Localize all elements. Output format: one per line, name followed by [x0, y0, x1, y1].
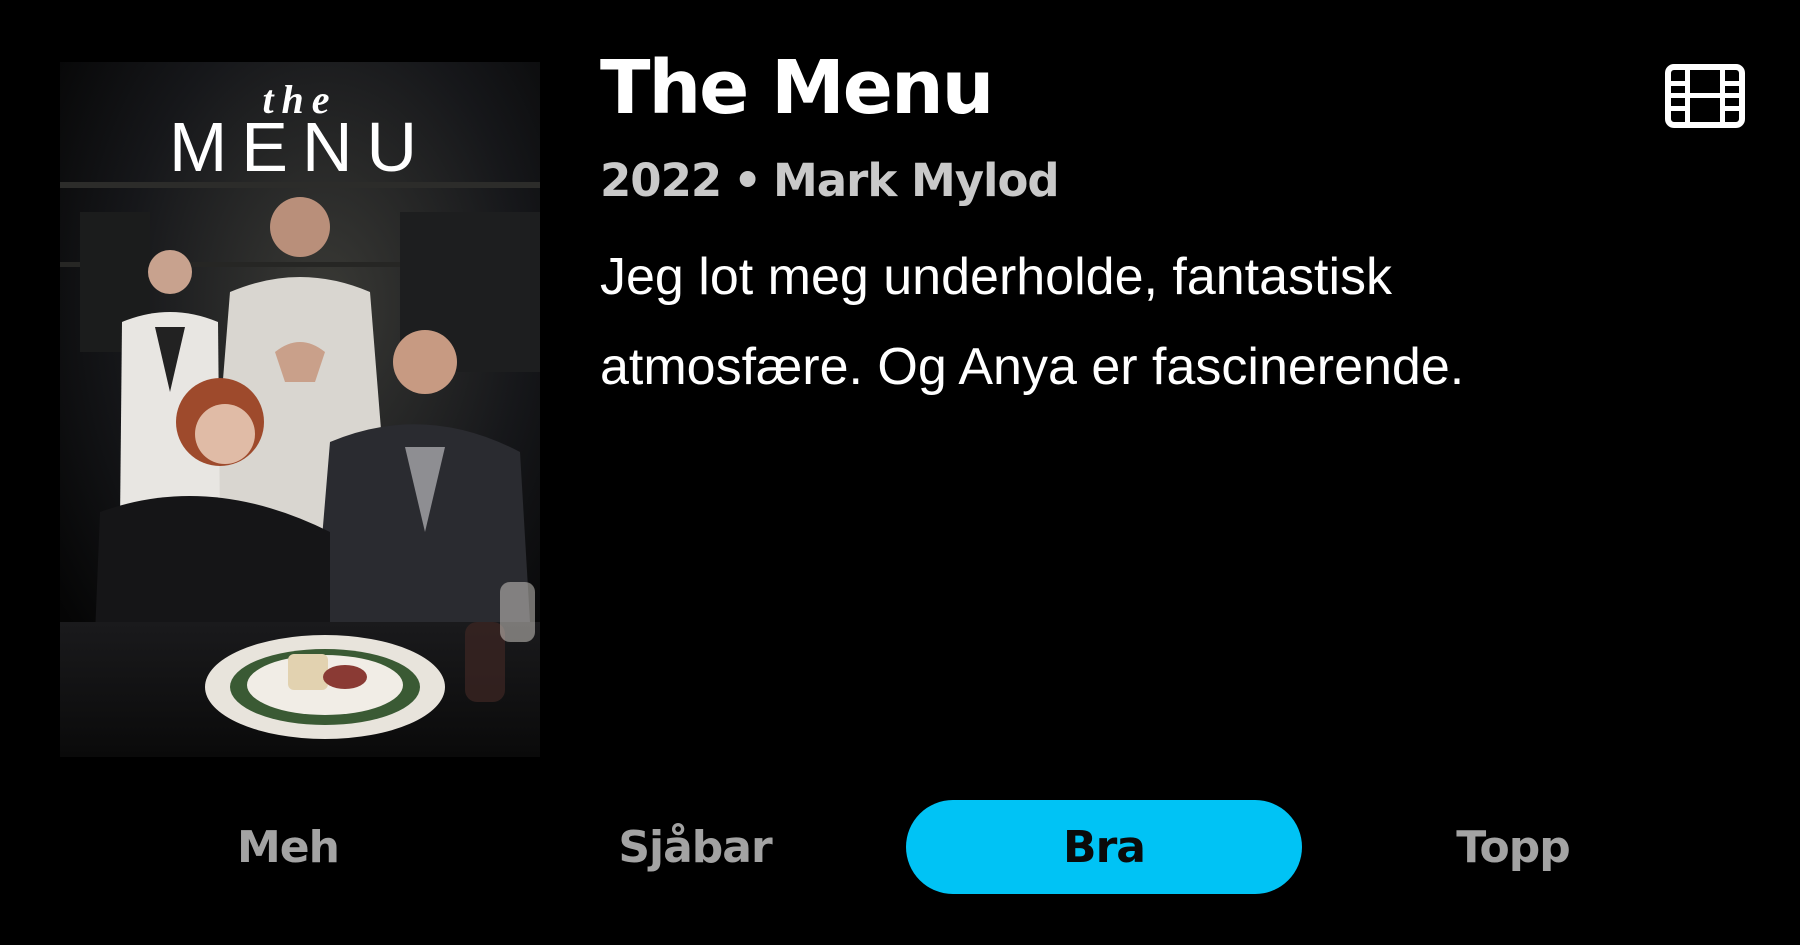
poster-title-menu: MENU	[168, 108, 432, 186]
rating-topp-button[interactable]: Topp	[1315, 800, 1711, 894]
rating-meh-button[interactable]: Meh	[90, 800, 486, 894]
rating-selector: Meh Sjåbar Bra Topp	[0, 800, 1800, 894]
rating-bra-button[interactable]: Bra	[906, 800, 1302, 894]
meta-separator: •	[733, 154, 762, 207]
movie-poster[interactable]: the MENU	[60, 62, 540, 757]
release-year: 2022	[600, 154, 722, 207]
film-icon[interactable]	[1665, 64, 1745, 128]
director-name: Mark Mylod	[773, 154, 1060, 207]
review-text: Jeg lot meg underholde, fantastisk atmos…	[600, 248, 1465, 396]
rating-sjabar-button[interactable]: Sjåbar	[497, 800, 893, 894]
movie-title: The Menu	[600, 45, 994, 131]
movie-meta: 2022 • Mark Mylod	[600, 154, 1060, 207]
